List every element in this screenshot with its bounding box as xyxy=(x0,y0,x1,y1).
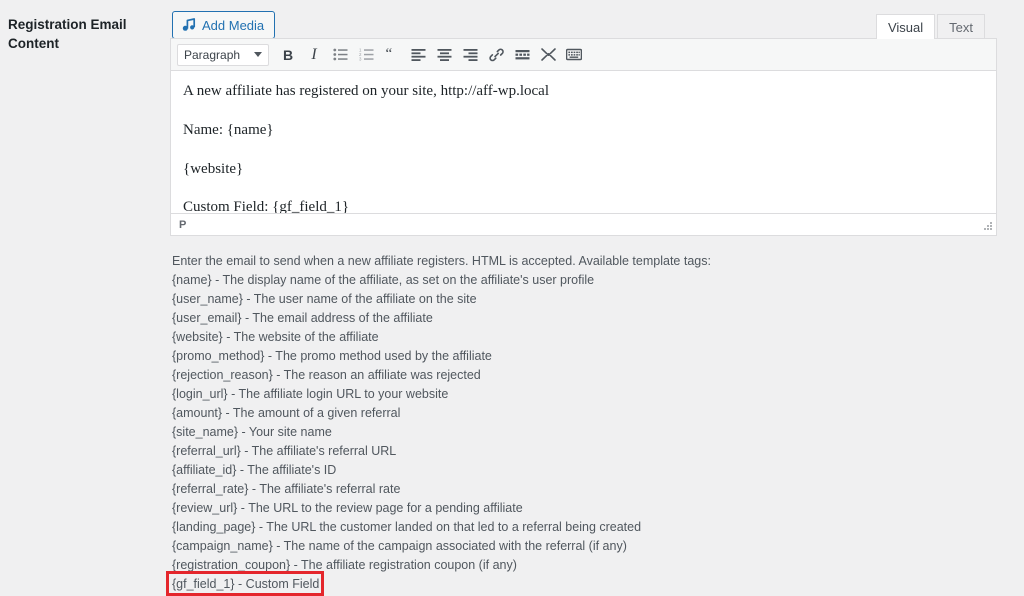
template-tag-item: {name} - The display name of the affilia… xyxy=(172,273,595,287)
template-tag-item: {affiliate_id} - The affiliate's ID xyxy=(172,463,337,477)
editor-mode-tabs: Visual Text xyxy=(874,14,985,39)
fullscreen-icon[interactable] xyxy=(536,44,560,66)
bold-icon[interactable]: B xyxy=(276,44,300,66)
align-left-icon[interactable] xyxy=(406,44,430,66)
template-tag-item: {landing_page} - The URL the customer la… xyxy=(172,520,642,534)
template-tag-item: {login_url} - The affiliate login URL to… xyxy=(172,387,449,401)
tab-text[interactable]: Text xyxy=(937,14,985,39)
editor-formatting-toolbar: Paragraph B I 1 2 3 “ xyxy=(171,39,996,71)
format-select-value: Paragraph xyxy=(184,47,241,62)
template-tag-item: {site_name} - Your site name xyxy=(172,425,332,439)
add-media-button[interactable]: Add Media xyxy=(172,11,276,39)
resize-grip-icon[interactable] xyxy=(981,221,993,233)
chevron-down-icon xyxy=(254,52,262,57)
wp-editor-wrap: Add Media Visual Text Paragraph B I 1 2 … xyxy=(170,0,997,236)
custom-field-prefix: Custom Field: { xyxy=(183,199,280,213)
tab-visual[interactable]: Visual xyxy=(875,14,936,39)
template-tag-item: {referral_rate} - The affiliate's referr… xyxy=(172,482,401,496)
editor-paragraph-4: Custom Field: {gf_field_1} xyxy=(183,197,984,213)
template-tag-item: {promo_method} - The promo method used b… xyxy=(172,349,492,363)
template-tag-item: {registration_coupon} - The affiliate re… xyxy=(172,558,517,572)
custom-field-suffix: } xyxy=(341,199,350,213)
field-body: Add Media Visual Text Paragraph B I 1 2 … xyxy=(166,0,1024,596)
template-tag-item: {review_url} - The URL to the review pag… xyxy=(172,501,523,515)
template-tag-item: {amount} - The amount of a given referra… xyxy=(172,406,401,420)
italic-icon[interactable]: I xyxy=(302,44,326,66)
align-right-icon[interactable] xyxy=(458,44,482,66)
element-path: P xyxy=(179,218,187,231)
template-tag-item: {rejection_reason} - The reason an affil… xyxy=(172,368,481,382)
media-note-icon xyxy=(181,17,197,33)
custom-field-tag: gf_field_1 xyxy=(279,199,342,213)
settings-field-row: Registration Email Content Add Media Vis… xyxy=(0,0,1024,596)
blockquote-icon[interactable]: “ xyxy=(380,44,404,66)
template-tag-list: {name} - The display name of the affilia… xyxy=(166,271,1024,596)
numbered-list-icon[interactable]: 1 2 3 xyxy=(354,44,378,66)
description-intro: Enter the email to send when a new affil… xyxy=(172,254,711,268)
editor-tools-row: Add Media Visual Text xyxy=(170,0,997,39)
editor-content-area[interactable]: A new affiliate has registered on your s… xyxy=(171,71,996,213)
editor-paragraph-3: {website} xyxy=(183,160,244,177)
read-more-icon[interactable] xyxy=(510,44,534,66)
add-media-label: Add Media xyxy=(202,17,265,33)
highlighted-tag-wrap: {gf_field_1} - Custom Field xyxy=(166,571,324,596)
template-tag-item: {user_email} - The email address of the … xyxy=(172,311,433,325)
bulleted-list-icon[interactable] xyxy=(328,44,352,66)
template-tag-item: {referral_url} - The affiliate's referra… xyxy=(172,444,397,458)
template-tag-item: {website} - The website of the affiliate xyxy=(172,330,379,344)
align-center-icon[interactable] xyxy=(432,44,456,66)
field-label-registration-email-content: Registration Email Content xyxy=(8,17,127,51)
editor-status-bar: P xyxy=(171,213,996,235)
svg-text:3: 3 xyxy=(359,57,362,61)
template-tag-item: {campaign_name} - The name of the campai… xyxy=(172,539,627,553)
editor-paragraph-1: A new affiliate has registered on your s… xyxy=(183,83,550,99)
toolbar-toggle-icon[interactable] xyxy=(562,44,586,66)
template-tag-item-highlighted: {gf_field_1} - Custom Field xyxy=(166,571,1024,596)
format-select[interactable]: Paragraph xyxy=(177,43,269,66)
field-description: Enter the email to send when a new affil… xyxy=(166,236,1024,596)
highlighted-tag-text: {gf_field_1} - Custom Field xyxy=(172,577,320,591)
editor-paragraph-2: Name: {name} xyxy=(183,121,274,138)
svg-text:“: “ xyxy=(385,48,392,61)
template-tag-item: {user_name} - The user name of the affil… xyxy=(172,292,477,306)
link-icon[interactable] xyxy=(484,44,508,66)
editor-container: Paragraph B I 1 2 3 “ A new affiliate ha… xyxy=(170,38,997,236)
